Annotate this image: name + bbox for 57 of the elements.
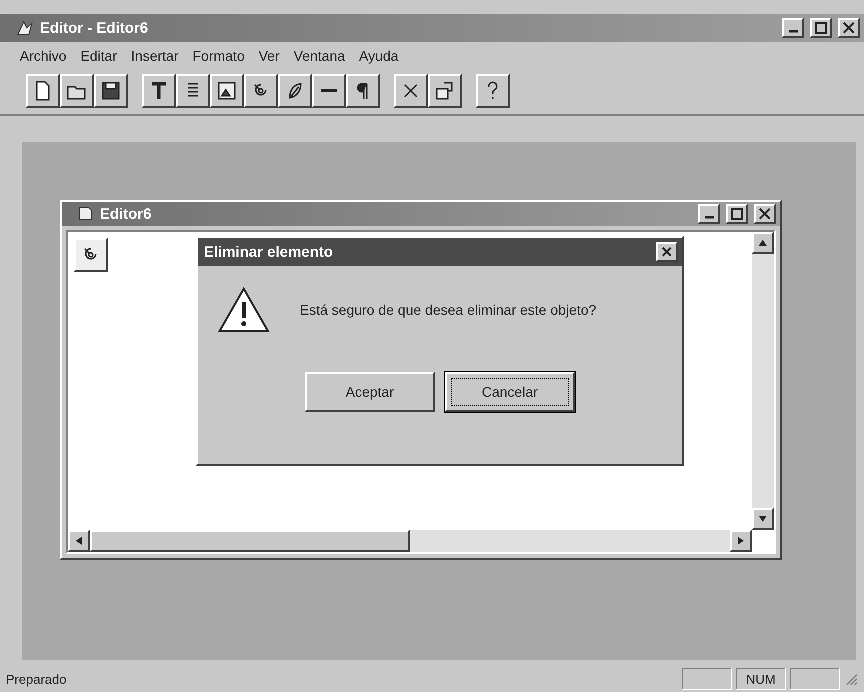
toolbar-button[interactable] <box>394 74 428 108</box>
menu-item[interactable]: Archivo <box>20 48 67 64</box>
status-panel <box>682 668 732 690</box>
document-title: Editor6 <box>100 206 153 222</box>
dialog-title: Eliminar elemento <box>204 244 334 260</box>
toolbar-button[interactable] <box>476 74 510 108</box>
save-icon <box>100 80 122 102</box>
image-icon <box>216 80 238 102</box>
close-button[interactable] <box>838 18 860 38</box>
sound-object[interactable] <box>74 238 108 272</box>
minimize-button[interactable] <box>698 204 720 224</box>
left-arrow-icon <box>74 536 84 546</box>
close-icon <box>660 245 674 259</box>
toolbar-button[interactable] <box>244 74 278 108</box>
dialog-message: Está seguro de que desea eliminar este objeto? <box>300 302 597 318</box>
horizontal-scrollbar[interactable] <box>68 530 752 552</box>
toolbar-button[interactable] <box>26 74 60 108</box>
down-arrow-icon <box>758 514 768 524</box>
minimize-icon <box>788 30 798 33</box>
menu-item[interactable]: Ver <box>258 48 280 64</box>
minimize-icon <box>704 216 714 219</box>
menu-item[interactable]: Insertar <box>131 48 179 64</box>
minimize-button[interactable] <box>782 18 804 38</box>
properties-icon <box>434 80 456 102</box>
up-arrow-icon <box>758 238 768 248</box>
status-panel <box>790 668 840 690</box>
dialog-button[interactable]: Aceptar <box>305 372 435 412</box>
close-button[interactable] <box>656 242 678 262</box>
dash-icon <box>320 89 338 93</box>
app-icon <box>16 19 34 37</box>
toolbar-button[interactable] <box>346 74 380 108</box>
menu-item[interactable]: Ventana <box>294 48 346 64</box>
right-arrow-icon <box>736 536 746 546</box>
toolbar-button[interactable] <box>278 74 312 108</box>
toolbar-button[interactable] <box>176 74 210 108</box>
menu-item[interactable]: Ayuda <box>359 48 399 64</box>
resize-grip-icon <box>844 672 858 686</box>
document-icon <box>78 206 94 222</box>
maximize-icon <box>728 205 746 223</box>
dialog-button[interactable]: Cancelar <box>445 372 575 412</box>
warning-icon <box>218 286 270 334</box>
toolbar-button[interactable] <box>142 74 176 108</box>
maximize-button[interactable] <box>726 204 748 224</box>
window-title: Editor - Editor6 <box>40 20 150 36</box>
menu-item[interactable]: Editar <box>80 48 118 64</box>
toolbar-button[interactable] <box>428 74 462 108</box>
close-button[interactable] <box>754 204 776 224</box>
maximize-button[interactable] <box>810 18 832 38</box>
status-panel: NUM <box>736 668 786 690</box>
toolbar-button[interactable] <box>210 74 244 108</box>
vertical-scrollbar[interactable] <box>752 232 774 530</box>
maximize-icon <box>812 19 830 37</box>
toolbar-button[interactable] <box>60 74 94 108</box>
status-text: Preparado <box>6 672 68 686</box>
toolbar-button[interactable] <box>94 74 128 108</box>
toolbar-button[interactable] <box>312 74 346 108</box>
menu-item[interactable]: Formato <box>192 48 245 64</box>
